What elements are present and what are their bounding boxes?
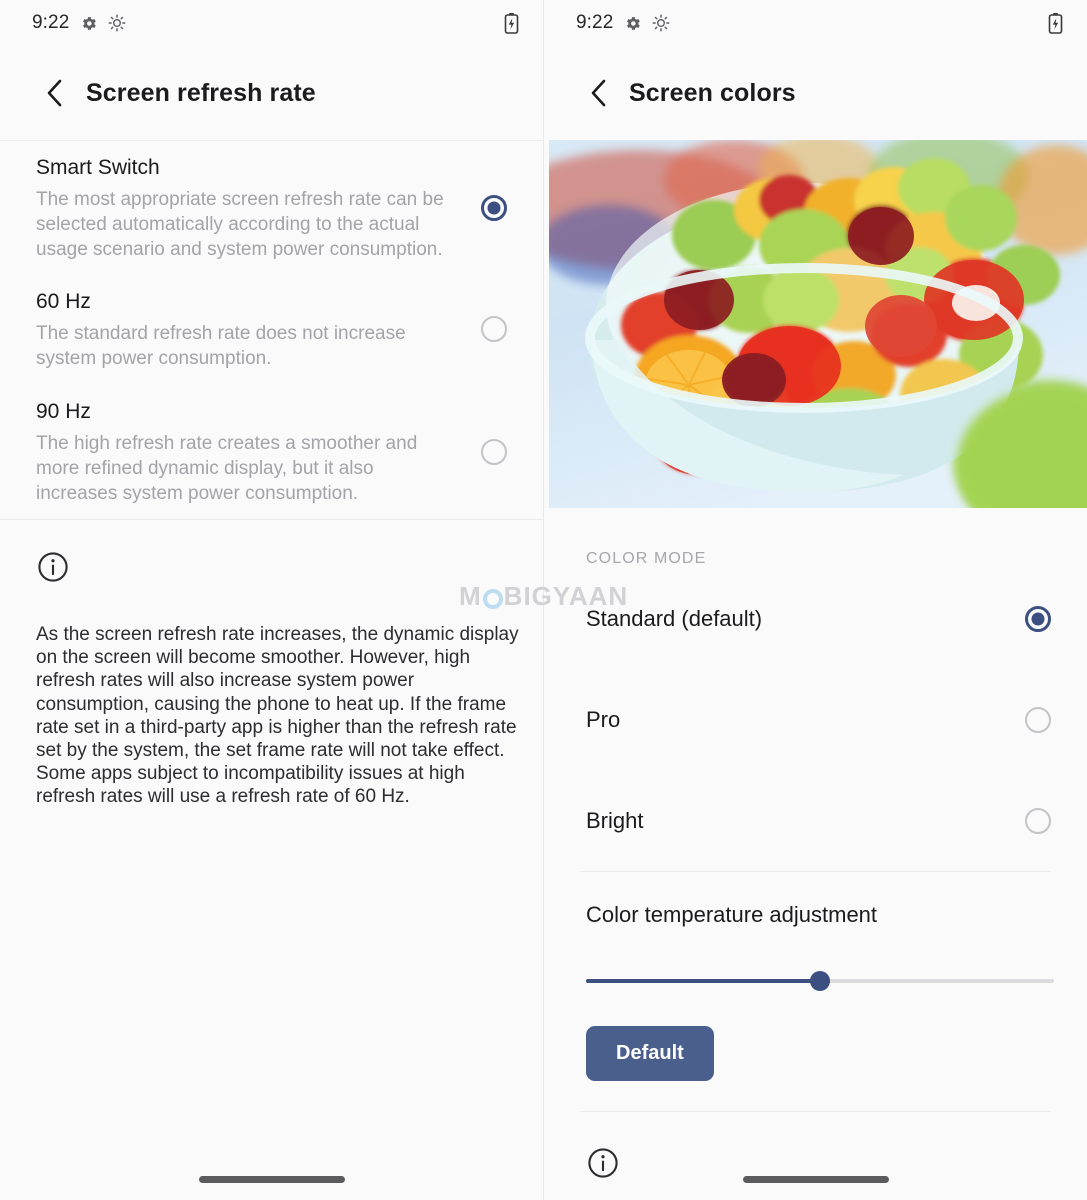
info-circle-icon xyxy=(586,1146,620,1180)
radio-bright[interactable] xyxy=(1025,807,1051,834)
radio-standard[interactable] xyxy=(1025,605,1051,632)
slider-thumb[interactable] xyxy=(810,971,830,991)
app-bar-right: Screen colors xyxy=(544,46,1087,140)
status-bar-notification-icons xyxy=(81,14,126,32)
color-temperature-title: Color temperature adjustment xyxy=(586,902,878,927)
color-mode-option-list: Standard (default) Pro Bright xyxy=(544,568,1087,871)
home-gesture-bar[interactable] xyxy=(742,1176,889,1183)
color-temperature-block: Color temperature adjustment Default xyxy=(544,872,1087,1081)
page-title: Screen colors xyxy=(629,78,796,107)
refresh-rate-info-block: As the screen refresh rate increases, th… xyxy=(0,520,543,809)
option-text-block: 60 Hz The standard refresh rate does not… xyxy=(36,287,481,371)
info-paragraph: As the screen refresh rate increases, th… xyxy=(36,624,519,808)
status-bar-right: 9:22 xyxy=(544,0,1087,46)
gear-icon xyxy=(625,15,642,32)
battery-charging-icon xyxy=(504,12,519,34)
gear-sun-icon xyxy=(108,14,126,32)
color-mode-label: Bright xyxy=(586,807,644,833)
color-mode-pro[interactable]: Pro xyxy=(544,669,1087,770)
option-title: Smart Switch xyxy=(36,156,160,179)
color-mode-section-label: COLOR MODE xyxy=(586,550,707,567)
radio-smart-switch[interactable] xyxy=(481,194,507,221)
option-title: 90 Hz xyxy=(36,400,91,423)
status-bar-clock: 9:22 xyxy=(32,12,70,33)
back-button[interactable] xyxy=(38,76,72,110)
status-bar-system-icons xyxy=(504,12,519,34)
app-bar-left: Screen refresh rate xyxy=(0,46,543,140)
page-title: Screen refresh rate xyxy=(86,78,316,107)
status-bar-left: 9:22 xyxy=(0,0,543,46)
option-description: The standard refresh rate does not incre… xyxy=(36,323,406,369)
option-60hz[interactable]: 60 Hz The standard refresh rate does not… xyxy=(0,274,543,384)
bottom-info-block xyxy=(544,1112,1087,1185)
radio-90hz[interactable] xyxy=(481,438,507,465)
refresh-rate-option-list: Smart Switch The most appropriate screen… xyxy=(0,141,543,519)
option-description: The most appropriate screen refresh rate… xyxy=(36,189,444,260)
color-mode-standard[interactable]: Standard (default) xyxy=(544,568,1087,669)
gear-sun-icon xyxy=(652,14,670,32)
back-button[interactable] xyxy=(582,76,616,110)
option-text-block: Smart Switch The most appropriate screen… xyxy=(36,153,481,262)
home-gesture-bar[interactable] xyxy=(198,1176,345,1183)
option-text-block: 90 Hz The high refresh rate creates a sm… xyxy=(36,397,481,506)
gear-icon xyxy=(81,15,98,32)
status-bar-clock: 9:22 xyxy=(576,12,614,33)
status-bar-notification-icons xyxy=(625,14,670,32)
radio-pro[interactable] xyxy=(1025,706,1051,733)
option-smart-switch[interactable]: Smart Switch The most appropriate screen… xyxy=(0,141,543,274)
default-button[interactable]: Default xyxy=(586,1026,714,1081)
screen-refresh-rate-screen: 9:22 Screen refresh rate Smart Switch Th… xyxy=(0,0,543,1200)
dual-screenshot-container: 9:22 Screen refresh rate Smart Switch Th… xyxy=(0,0,1087,1200)
color-preview-image xyxy=(549,140,1087,508)
status-bar-system-icons xyxy=(1048,12,1063,34)
slider-fill xyxy=(586,979,820,983)
radio-60hz[interactable] xyxy=(481,316,507,342)
info-circle-icon xyxy=(36,550,70,584)
color-temperature-slider[interactable] xyxy=(586,970,1054,992)
option-title: 60 Hz xyxy=(36,290,91,313)
battery-charging-icon xyxy=(1048,12,1063,34)
color-mode-label: Pro xyxy=(586,706,621,732)
color-mode-bright[interactable]: Bright xyxy=(544,770,1087,871)
color-mode-label: Standard (default) xyxy=(586,605,763,631)
option-description: The high refresh rate creates a smoother… xyxy=(36,433,418,504)
option-90hz[interactable]: 90 Hz The high refresh rate creates a sm… xyxy=(0,384,543,519)
screen-colors-screen: 9:22 Screen colors COLOR MODE Standard (… xyxy=(543,0,1087,1200)
